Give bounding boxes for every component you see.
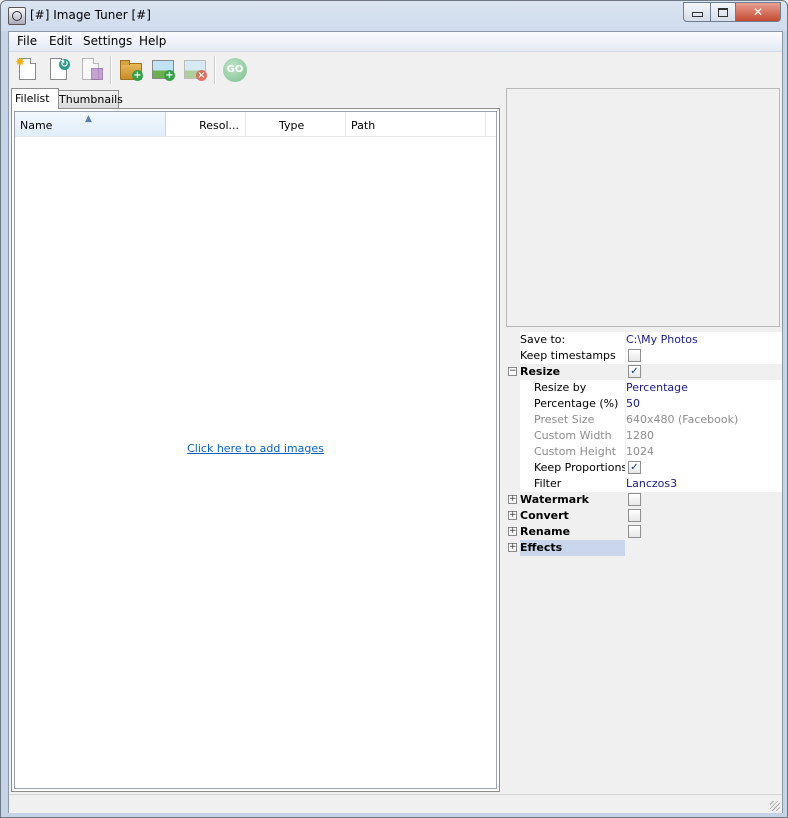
plus-badge-icon: + <box>132 70 143 81</box>
prop-label: Custom Width <box>520 428 625 444</box>
resize-checkbox[interactable]: ✓ <box>628 365 641 378</box>
maximize-icon <box>718 7 728 17</box>
prop-row-custom-height[interactable]: Custom Height 1024 <box>506 444 782 460</box>
prop-row-filter[interactable]: Filter Lanczos3 <box>506 476 782 492</box>
prop-category-rename[interactable]: + Rename <box>506 524 782 540</box>
expand-icon[interactable]: + <box>508 527 517 536</box>
new-project-button[interactable]: ✸ <box>14 55 42 84</box>
keep-timestamps-checkbox[interactable] <box>628 349 641 362</box>
custom-height-value: 1024 <box>626 444 782 460</box>
open-project-button[interactable]: ↻ <box>45 56 73 84</box>
convert-checkbox[interactable] <box>628 509 641 522</box>
column-name[interactable]: ▲ Name <box>15 112 166 136</box>
floppy-disk-icon <box>91 68 103 80</box>
image-preview <box>506 88 780 327</box>
column-resolution[interactable]: Resol... <box>166 112 246 136</box>
caption-buttons: ✕ <box>683 2 781 22</box>
prop-label: Percentage (%) <box>520 396 625 412</box>
prop-label: Keep Proportions <box>520 460 625 476</box>
property-grid[interactable]: Save to: C:\My Photos Keep timestamps − … <box>506 332 782 792</box>
watermark-checkbox[interactable] <box>628 493 641 506</box>
toolbar-separator <box>214 56 216 84</box>
remove-images-button[interactable]: × <box>181 56 209 84</box>
add-images-link[interactable]: Click here to add images <box>15 442 496 455</box>
add-images-button[interactable]: + <box>149 56 177 84</box>
percentage-value[interactable]: 50 <box>626 396 782 412</box>
go-button[interactable]: GO <box>221 56 249 84</box>
column-type[interactable]: Type <box>246 112 346 136</box>
filter-value[interactable]: Lanczos3 <box>626 476 782 492</box>
remove-badge-icon: × <box>196 70 207 81</box>
collapse-icon[interactable]: − <box>508 367 517 376</box>
title-bar[interactable]: [#] Image Tuner [#] ✕ <box>1 1 787 31</box>
resize-grip-icon[interactable] <box>770 801 780 811</box>
prop-label: Preset Size <box>520 412 625 428</box>
column-header: ▲ Name Resol... Type Path <box>15 112 496 137</box>
new-star-icon: ✸ <box>15 55 26 69</box>
prop-row-keep-proportions[interactable]: Keep Proportions ✓ <box>506 460 782 476</box>
minimize-button[interactable] <box>683 2 711 22</box>
category-label: Rename <box>520 524 625 540</box>
resize-by-value[interactable]: Percentage <box>626 380 782 396</box>
column-path-label: Path <box>351 119 376 132</box>
prop-label: Keep timestamps <box>520 348 625 364</box>
file-list[interactable]: ▲ Name Resol... Type Path Click here to … <box>14 111 497 789</box>
client-area: File Edit Settings Help ✸ ↻ + + × GO Fil… <box>8 31 783 813</box>
menu-help[interactable]: Help <box>136 34 169 48</box>
prop-label: Custom Height <box>520 444 625 460</box>
prop-row-percentage[interactable]: Percentage (%) 50 <box>506 396 782 412</box>
add-folder-button[interactable]: + <box>117 56 145 84</box>
prop-label: Filter <box>520 476 625 492</box>
expand-icon[interactable]: + <box>508 495 517 504</box>
column-resolution-label: Resol... <box>199 119 239 132</box>
app-icon[interactable] <box>8 7 26 25</box>
prop-row-preset-size[interactable]: Preset Size 640x480 (Facebook) <box>506 412 782 428</box>
file-list-panel: ▲ Name Resol... Type Path Click here to … <box>11 108 500 792</box>
prop-row-custom-width[interactable]: Custom Width 1280 <box>506 428 782 444</box>
expand-icon[interactable]: + <box>508 511 517 520</box>
go-icon: GO <box>223 58 247 82</box>
window-title: [#] Image Tuner [#] <box>30 8 151 22</box>
column-path[interactable]: Path <box>346 112 486 136</box>
prop-row-save-to[interactable]: Save to: C:\My Photos <box>506 332 782 348</box>
rename-checkbox[interactable] <box>628 525 641 538</box>
tab-filelist[interactable]: Filelist <box>11 88 59 109</box>
keep-proportions-checkbox[interactable]: ✓ <box>628 461 641 474</box>
save-to-value[interactable]: C:\My Photos <box>626 332 782 348</box>
prop-row-keep-timestamps[interactable]: Keep timestamps <box>506 348 782 364</box>
toolbar-separator <box>110 56 112 84</box>
menu-edit[interactable]: Edit <box>46 34 75 48</box>
save-project-button[interactable] <box>77 56 105 84</box>
status-bar <box>9 794 782 813</box>
prop-row-resize-by[interactable]: Resize by Percentage <box>506 380 782 396</box>
maximize-button[interactable] <box>711 2 736 22</box>
column-name-label: Name <box>20 119 53 132</box>
category-label: Resize <box>520 364 625 380</box>
app-window: [#] Image Tuner [#] ✕ File Edit Settings… <box>0 0 788 818</box>
category-label: Watermark <box>520 492 625 508</box>
menu-settings[interactable]: Settings <box>80 34 135 48</box>
sort-ascending-icon: ▲ <box>85 114 92 124</box>
prop-category-resize[interactable]: − Resize ✓ <box>506 364 782 380</box>
prop-category-watermark[interactable]: + Watermark <box>506 492 782 508</box>
prop-label: Resize by <box>520 380 625 396</box>
close-button[interactable]: ✕ <box>736 2 781 22</box>
prop-category-effects[interactable]: + Effects <box>506 540 782 556</box>
toolbar: ✸ ↻ + + × GO <box>9 52 782 88</box>
close-icon: ✕ <box>752 5 764 19</box>
custom-width-value: 1280 <box>626 428 782 444</box>
prop-category-convert[interactable]: + Convert <box>506 508 782 524</box>
category-label: Effects <box>520 540 625 556</box>
preset-size-value: 640x480 (Facebook) <box>626 412 782 428</box>
open-arrow-icon: ↻ <box>59 59 70 70</box>
menu-file[interactable]: File <box>14 34 40 48</box>
plus-badge-icon: + <box>164 70 175 81</box>
prop-label: Save to: <box>520 332 625 348</box>
menu-bar: File Edit Settings Help <box>9 32 782 52</box>
expand-icon[interactable]: + <box>508 543 517 552</box>
minimize-icon <box>691 12 703 17</box>
category-label: Convert <box>520 508 625 524</box>
column-type-label: Type <box>279 119 305 132</box>
